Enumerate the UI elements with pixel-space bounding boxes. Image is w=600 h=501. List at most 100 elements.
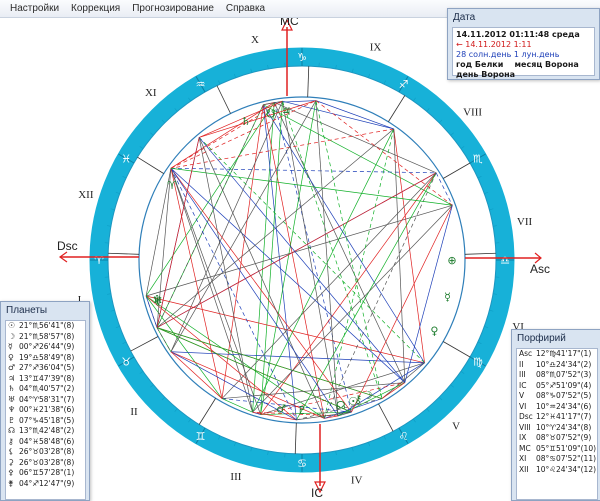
house-name: V (519, 391, 536, 402)
planet-row[interactable]: ⚸26°♉03'28"(8) (6, 447, 85, 458)
asc-label: Asc (530, 262, 550, 276)
planet-position: 04°♈58'31"(7) (19, 395, 74, 406)
planet-row[interactable]: ♀19°♎58'49"(8) (6, 353, 85, 364)
house-row[interactable]: II10°♎24'34"(2) (517, 360, 597, 371)
house-numeral: XI (145, 87, 157, 99)
planet-position: 00°♐26'44"(9) (19, 342, 74, 353)
planets-panel-title: Планеты (1, 302, 89, 320)
libra-icon: ♎ (500, 254, 510, 267)
house-position: 10°♌24'34"(12) (536, 465, 596, 476)
planet-row[interactable]: ♂27°♐36'04"(5) (6, 363, 85, 374)
vertex-icon: ⚵ (8, 479, 19, 490)
uranus-icon: ♅ (8, 395, 19, 406)
house-position: 10°♈24'34"(8) (536, 423, 591, 434)
house-row[interactable]: XII10°♌24'34"(12) (517, 465, 597, 476)
date-panel[interactable]: Дата 14.11.2012 01:11:48 среда ← 14.11.2… (447, 8, 600, 80)
house-name: II (519, 360, 536, 371)
house-name: XII (519, 465, 536, 476)
pluto-icon: ♇ (8, 416, 19, 427)
house-position: 08°♋07'52"(11) (536, 454, 596, 465)
cancer-icon: ♋ (297, 457, 307, 470)
date-panel-title: Дата (448, 9, 599, 27)
jupiter-icon: ♃ (8, 374, 19, 385)
mars-icon: ♂ (276, 403, 286, 416)
planets-panel[interactable]: Планеты ☉21°♏56'41"(8) ☽21°♏58'57"(8) ☿0… (0, 301, 90, 501)
planet-position: 26°♉03'28"(8) (19, 447, 74, 458)
house-numeral: X (251, 34, 259, 46)
planet-row[interactable]: ♃13°♊47'39"(8) (6, 374, 85, 385)
house-numeral: VII (517, 216, 533, 228)
planet-row[interactable]: ⚴06°♊57'28"(1) (6, 468, 85, 479)
house-row[interactable]: XI08°♋07'52"(11) (517, 454, 597, 465)
south-node-icon: ☋ (266, 107, 276, 120)
sun-icon: ☉ (348, 395, 358, 408)
scorpio-icon: ♏ (473, 153, 483, 166)
virgo-icon: ♍ (473, 356, 483, 369)
house-position: 12°♓41'17"(7) (536, 412, 591, 423)
house-position: 10°♒24'34"(6) (536, 402, 591, 413)
planet-row[interactable]: ☿00°♐26'44"(9) (6, 342, 85, 353)
sagittarius-icon: ♐ (399, 78, 409, 91)
menu-correction[interactable]: Коррекция (65, 0, 126, 17)
planet-row[interactable]: ⚳26°♉03'28"(8) (6, 458, 85, 469)
pluto-icon: ♇ (297, 404, 307, 417)
house-row[interactable]: IX08°♉07'52"(9) (517, 433, 597, 444)
house-row[interactable]: IC05°♐51'09"(4) (517, 381, 597, 392)
north-node-icon: ☊ (336, 399, 346, 412)
menu-settings[interactable]: Настройки (4, 0, 65, 17)
house-row[interactable]: III08°♏07'52"(3) (517, 370, 597, 381)
planet-position: 26°♉03'28"(8) (19, 458, 74, 469)
planet-row[interactable]: ♄04°♏40'57"(2) (6, 384, 85, 395)
saturn-icon: ♄ (8, 384, 19, 395)
house-name: Asc (519, 349, 536, 360)
planet-position: 07°♑45'18"(5) (19, 416, 74, 427)
house-row[interactable]: VIII10°♈24'34"(8) (517, 423, 597, 434)
venus-icon: ♀ (8, 353, 19, 364)
planet-row[interactable]: ♅04°♈58'31"(7) (6, 395, 85, 406)
north-node-icon: ☊ (8, 426, 19, 437)
leo-icon: ♌ (399, 430, 409, 443)
planet-row[interactable]: ⚷04°♓58'48"(6) (6, 437, 85, 448)
house-position: 05°♐51'09"(4) (536, 381, 591, 392)
house-row[interactable]: V08°♑07'52"(5) (517, 391, 597, 402)
planet-position: 04°♐12'47"(9) (19, 479, 74, 490)
planet-row[interactable]: ⚵04°♐12'47"(9) (6, 479, 85, 490)
date-panel-body: 14.11.2012 01:11:48 среда ← 14.11.2012 1… (452, 27, 595, 76)
neptune-icon: ♆ (8, 405, 19, 416)
house-name: IX (519, 433, 536, 444)
planet-row[interactable]: ♇07°♑45'18"(5) (6, 416, 85, 427)
aquarius-icon: ♒ (196, 78, 206, 91)
mercury-icon: ☿ (444, 290, 451, 303)
menu-forecasting[interactable]: Прогнозирование (126, 0, 220, 17)
menu-help[interactable]: Справка (220, 0, 271, 17)
planet-position: 13°♏42'48"(2) (19, 426, 74, 437)
house-position: 08°♉07'52"(9) (536, 433, 591, 444)
planets-list: ☉21°♏56'41"(8) ☽21°♏58'57"(8) ☿00°♐26'44… (5, 320, 86, 500)
earth-icon: ⊕ (447, 254, 456, 267)
ic-label: IC (311, 486, 323, 499)
planet-position: 13°♊47'39"(8) (19, 374, 74, 385)
planet-row[interactable]: ☉21°♏56'41"(8) (6, 321, 85, 332)
selena-icon: ⚳ (8, 458, 19, 469)
house-row[interactable]: Dsc12°♓41'17"(7) (517, 412, 597, 423)
month-text: месяц Ворона (514, 60, 578, 69)
planet-row[interactable]: ☊13°♏42'48"(2) (6, 426, 85, 437)
house-name: Dsc (519, 412, 536, 423)
house-row[interactable]: MC05°♊51'09"(10) (517, 444, 597, 455)
house-numeral: V (452, 420, 460, 432)
house-position: 12°♍41'17"(1) (536, 349, 591, 360)
houses-panel[interactable]: Порфирий Asc12°♍41'17"(1) II10°♎24'34"(2… (511, 329, 600, 501)
fortuna-icon: ⚴ (8, 468, 19, 479)
year-month-line: год Белки месяц Ворона (456, 60, 591, 70)
planet-position: 04°♏40'57"(2) (19, 384, 74, 395)
day-line: день Ворона (456, 70, 591, 80)
venus-icon: ♀ (430, 324, 438, 337)
moon-icon: ☽ (8, 332, 19, 343)
house-numeral: IV (351, 474, 363, 486)
house-row[interactable]: Asc12°♍41'17"(1) (517, 349, 597, 360)
planet-row[interactable]: ☽21°♏58'57"(8) (6, 332, 85, 343)
planet-row[interactable]: ♆00°♓21'38"(6) (6, 405, 85, 416)
house-numeral: IX (370, 41, 382, 53)
house-row[interactable]: VI10°♒24'34"(6) (517, 402, 597, 413)
mercury-icon: ☿ (8, 342, 19, 353)
